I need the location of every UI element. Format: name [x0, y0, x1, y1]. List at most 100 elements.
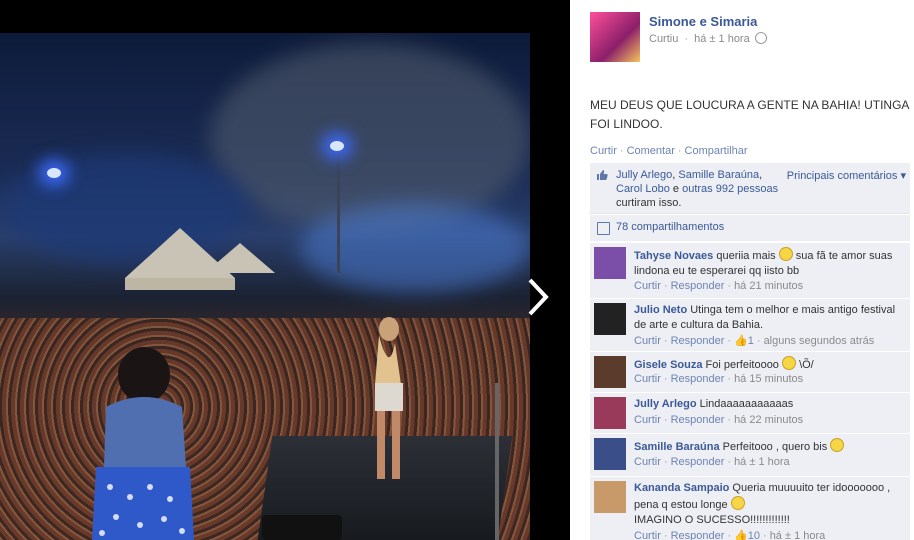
commenter-name[interactable]: Kananda Sampaio — [634, 482, 729, 494]
comment-time[interactable]: há 22 minutos — [734, 414, 803, 426]
comment-link[interactable]: Comentar — [627, 145, 675, 157]
comment-reply-link[interactable]: Responder — [671, 530, 725, 540]
separator-dot: · — [763, 530, 767, 540]
post-actions: Curtir · Comentar · Compartilhar — [590, 145, 748, 157]
comment-like-link[interactable]: Curtir — [634, 373, 661, 385]
comment-like-link[interactable]: Curtir — [634, 530, 661, 540]
separator-dot: · — [727, 530, 732, 540]
separator-dot: · — [727, 280, 732, 292]
emoticon-icon — [730, 496, 745, 510]
likes-row: Jully Arlego, Samille Baraúna, Carol Lob… — [590, 163, 910, 214]
stage-light — [330, 141, 344, 151]
separator-dot: · — [663, 456, 668, 468]
share-icon — [597, 222, 610, 235]
separator-dot: · — [756, 335, 761, 347]
comment-reply-link[interactable]: Responder — [671, 456, 725, 468]
thumbs-up-icon — [597, 170, 608, 180]
separator-dot: · — [684, 33, 689, 45]
others-link[interactable]: outras 992 pessoas — [682, 183, 778, 195]
comment-actions: Curtir · Responder · 👍1 · alguns segundos atrá… — [634, 334, 874, 347]
next-photo-chevron-right-icon[interactable] — [520, 275, 556, 319]
commenter-avatar[interactable] — [594, 438, 626, 470]
shares-row: 78 compartilhamentos — [590, 215, 910, 242]
comment-item: Kananda Sampaio Queria muuuuito ter idoo… — [590, 476, 910, 540]
comment-time[interactable]: alguns segundos atrás — [764, 335, 875, 347]
comment-like-link[interactable]: Curtir — [634, 414, 661, 426]
commenter-avatar[interactable] — [594, 481, 626, 513]
light-pole — [337, 143, 340, 273]
page-name[interactable]: Simone e Simaria — [649, 14, 757, 29]
comment-text-cont: \Õ/ — [799, 359, 814, 371]
comment-text-cont: IMAGINO O SUCESSO!!!!!!!!!!!!! — [634, 514, 790, 526]
post-header: Simone e Simaria Curtiu · há ± 1 hora — [590, 12, 904, 62]
post-time[interactable]: há ± 1 hora — [694, 33, 750, 45]
comment-like-link[interactable]: Curtir — [634, 335, 661, 347]
post-text: MEU DEUS QUE LOUCURA A GENTE NA BAHIA! U… — [590, 98, 909, 131]
separator-dot: · — [727, 456, 732, 468]
stage-monitor — [262, 515, 342, 540]
comment-text: Lindaaaaaaaaaaas — [699, 398, 794, 410]
separator-dot: · — [727, 335, 732, 347]
comment-time[interactable]: há ± 1 hora — [734, 456, 790, 468]
comment-time[interactable]: há 21 minutos — [734, 280, 803, 292]
comment-item: Gisele Souza Foi perfeitoooo \Õ/ Curtir ·… — [590, 351, 910, 392]
comment-time[interactable]: há 15 minutos — [734, 373, 803, 385]
feedback-section: Jully Arlego, Samille Baraúna, Carol Lob… — [590, 163, 910, 540]
commenter-name[interactable]: Samille Baraúna — [634, 441, 720, 453]
separator-dot: · — [663, 414, 668, 426]
stage-haze-right — [300, 203, 530, 293]
sort-label: Principais comentários — [786, 170, 898, 182]
comment-text: queriia mais — [716, 250, 776, 262]
comment-like-number: 1 — [747, 335, 754, 347]
post-meta: Curtiu · há ± 1 hora — [649, 32, 767, 45]
tent-small — [205, 243, 275, 273]
liker-link[interactable]: Samille Baraúna — [678, 169, 759, 181]
likes-suffix: curtiram isso. — [616, 197, 682, 209]
commenter-name[interactable]: Jully Arlego — [634, 398, 697, 410]
comment-body: Kananda Sampaio Queria muuuuito ter idoo… — [634, 481, 904, 528]
page-avatar[interactable] — [590, 12, 640, 62]
comment-reply-link[interactable]: Responder — [671, 280, 725, 292]
comment-actions: Curtir · Responder · há ± 1 hora — [634, 456, 790, 468]
commenter-avatar[interactable] — [594, 356, 626, 388]
share-link[interactable]: Compartilhar — [685, 145, 748, 157]
comment-time[interactable]: há ± 1 hora — [770, 530, 826, 540]
meta-action: Curtiu — [649, 33, 679, 45]
comment-like-link[interactable]: Curtir — [634, 456, 661, 468]
liker-link[interactable]: Carol Lobo — [616, 183, 670, 195]
comment-like-count[interactable]: 👍1 — [734, 335, 754, 347]
comment-item: Jully Arlego Lindaaaaaaaaaaas Curtir · Res… — [590, 392, 910, 433]
commenter-avatar[interactable] — [594, 247, 626, 279]
comment-like-link[interactable]: Curtir — [634, 280, 661, 292]
liker-link[interactable]: Jully Arlego — [616, 169, 672, 181]
comment-reply-link[interactable]: Responder — [671, 335, 725, 347]
comment-body: Samille Baraúna Perfeitooo , quero bis — [634, 438, 904, 455]
commenter-name[interactable]: Julio Neto — [634, 304, 687, 316]
comment-body: Julio Neto Utinga tem o melhor e mais an… — [634, 303, 904, 333]
shares-count[interactable]: 78 compartilhamentos — [616, 221, 724, 233]
mic-stand — [495, 383, 499, 540]
photo-viewer — [0, 0, 570, 540]
caret-down-icon: ▾ — [900, 170, 906, 182]
globe-icon — [754, 32, 767, 44]
emoticon-icon — [830, 438, 845, 452]
comment-reply-link[interactable]: Responder — [671, 414, 725, 426]
comment-body: Gisele Souza Foi perfeitoooo \Õ/ — [634, 356, 904, 373]
commenter-name[interactable]: Gisele Souza — [634, 359, 702, 371]
comment-sort-dropdown[interactable]: Principais comentários ▾ — [787, 169, 906, 182]
commenter-avatar[interactable] — [594, 397, 626, 429]
comment-actions: Curtir · Responder · há 15 minutos — [634, 373, 803, 385]
comment-like-number: 10 — [747, 530, 761, 540]
comment-reply-link[interactable]: Responder — [671, 373, 725, 385]
like-link[interactable]: Curtir — [590, 145, 617, 157]
commenter-avatar[interactable] — [594, 303, 626, 335]
separator-dot: · — [677, 145, 682, 157]
performer — [375, 317, 403, 479]
separator-dot: · — [663, 280, 668, 292]
emoticon-icon — [778, 247, 793, 261]
commenter-name[interactable]: Tahyse Novaes — [634, 250, 713, 262]
comment-like-count[interactable]: 👍10 — [734, 530, 760, 540]
stage-light-left — [47, 168, 61, 178]
separator: , — [759, 169, 763, 181]
post-panel: Simone e Simaria Curtiu · há ± 1 hora ME… — [570, 0, 914, 540]
